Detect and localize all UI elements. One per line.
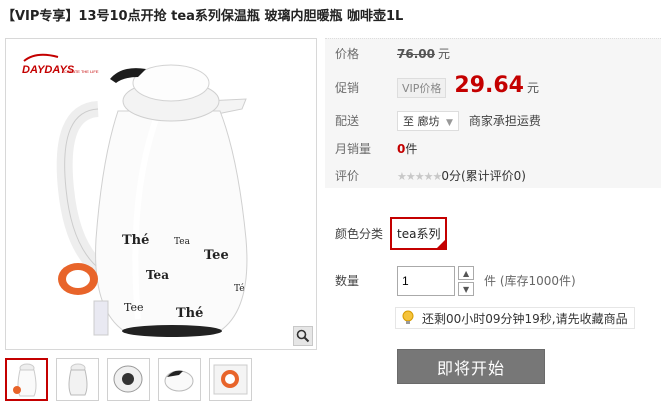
chevron-down-icon: ▼: [462, 284, 470, 294]
sku-option-label: tea系列: [397, 227, 441, 241]
selected-check-icon: [436, 239, 447, 249]
countdown-text: 还剩00小时09分钟19秒,请先收藏商品: [422, 311, 628, 326]
product-title: 【VIP专享】13号10点开抢 tea系列保温瓶 玻璃内胆暖瓶 咖啡壶1L: [2, 9, 404, 24]
quantity-stepper: ▲ ▼: [458, 266, 475, 296]
delivery-location-select[interactable]: 至 廊坊 ▼: [397, 111, 459, 131]
promo-price-row: 促销 VIP价格 29.64 元: [335, 73, 539, 98]
star-rating-icon: ★★★★★: [397, 170, 442, 183]
flask-word: Té: [234, 283, 245, 294]
zoom-button[interactable]: [293, 326, 313, 346]
flask-word: Thé: [122, 233, 149, 248]
logo-tagline: CREATE THE LIFE: [64, 69, 99, 74]
sku-row: 颜色分类 tea系列: [335, 217, 448, 250]
brand-logo: DAYDAYS CREATE THE LIFE: [22, 53, 99, 76]
main-product-image[interactable]: DAYDAYS CREATE THE LIFE Thé Tea Tee Tea …: [5, 38, 317, 350]
lightbulb-icon: [399, 308, 417, 328]
promo-unit: 元: [527, 81, 540, 95]
original-price-row: 价格 76.00 元: [335, 45, 450, 62]
rating-row: 评价 ★★★★★ 0分 (累计评价0): [335, 167, 526, 184]
thumbnail-1[interactable]: [5, 358, 48, 401]
promo-price: 29.64: [454, 73, 524, 98]
delivery-destination: 至 廊坊: [403, 115, 440, 128]
sales-row: 月销量 0 件: [335, 140, 417, 157]
original-price: 76.00: [397, 47, 435, 61]
decrease-button[interactable]: ▼: [458, 282, 475, 296]
price-label: 价格: [335, 47, 360, 61]
thumbnail-2[interactable]: [56, 358, 99, 401]
flask-illustration: DAYDAYS CREATE THE LIFE Thé Tea Tee Tea …: [22, 53, 248, 337]
chevron-down-icon: ▼: [446, 118, 453, 128]
sales-label: 月销量: [335, 142, 372, 156]
sku-option-tea[interactable]: tea系列: [390, 217, 448, 250]
vip-price-tag: VIP价格: [397, 78, 447, 98]
magnifier-icon: [296, 329, 310, 343]
flask-word: Tea: [146, 268, 169, 282]
thumbnail-strip: [5, 358, 252, 401]
thumbnail-3[interactable]: [107, 358, 150, 401]
chevron-up-icon: ▲: [462, 268, 470, 278]
price-unit: 元: [437, 47, 450, 61]
thumbnail-5[interactable]: [209, 358, 252, 401]
increase-button[interactable]: ▲: [458, 266, 475, 280]
stock-info: 件 (库存1000件): [484, 274, 576, 288]
rating-score: 0分: [441, 169, 461, 183]
quantity-row: 数量 ▲ ▼ 件 (库存1000件): [335, 266, 576, 296]
promo-label: 促销: [335, 81, 360, 95]
quantity-label: 数量: [335, 274, 360, 288]
delivery-label: 配送: [335, 114, 360, 128]
flask-word: Tee: [204, 248, 229, 263]
quantity-input[interactable]: [397, 266, 456, 296]
flask-word: Tea: [174, 237, 191, 247]
delivery-row: 配送 至 廊坊 ▼ 商家承担运费: [335, 111, 541, 131]
thumbnail-4[interactable]: [158, 358, 201, 401]
coming-soon-button[interactable]: 即将开始: [397, 349, 545, 384]
rating-summary-link[interactable]: (累计评价0): [461, 167, 526, 184]
countdown-tip: 还剩00小时09分钟19秒,请先收藏商品: [395, 307, 635, 329]
shipping-note: 商家承担运费: [468, 114, 541, 128]
rating-label: 评价: [335, 169, 360, 183]
sales-count: 0: [397, 142, 406, 156]
flask-word: Thé: [176, 306, 203, 321]
sales-unit: 件: [405, 142, 418, 156]
flask-word: Tee: [124, 301, 144, 314]
price-panel: 价格 76.00 元 促销 VIP价格 29.64 元 配送 至 廊坊 ▼ 商家…: [325, 38, 661, 188]
sku-label: 颜色分类: [335, 227, 384, 241]
